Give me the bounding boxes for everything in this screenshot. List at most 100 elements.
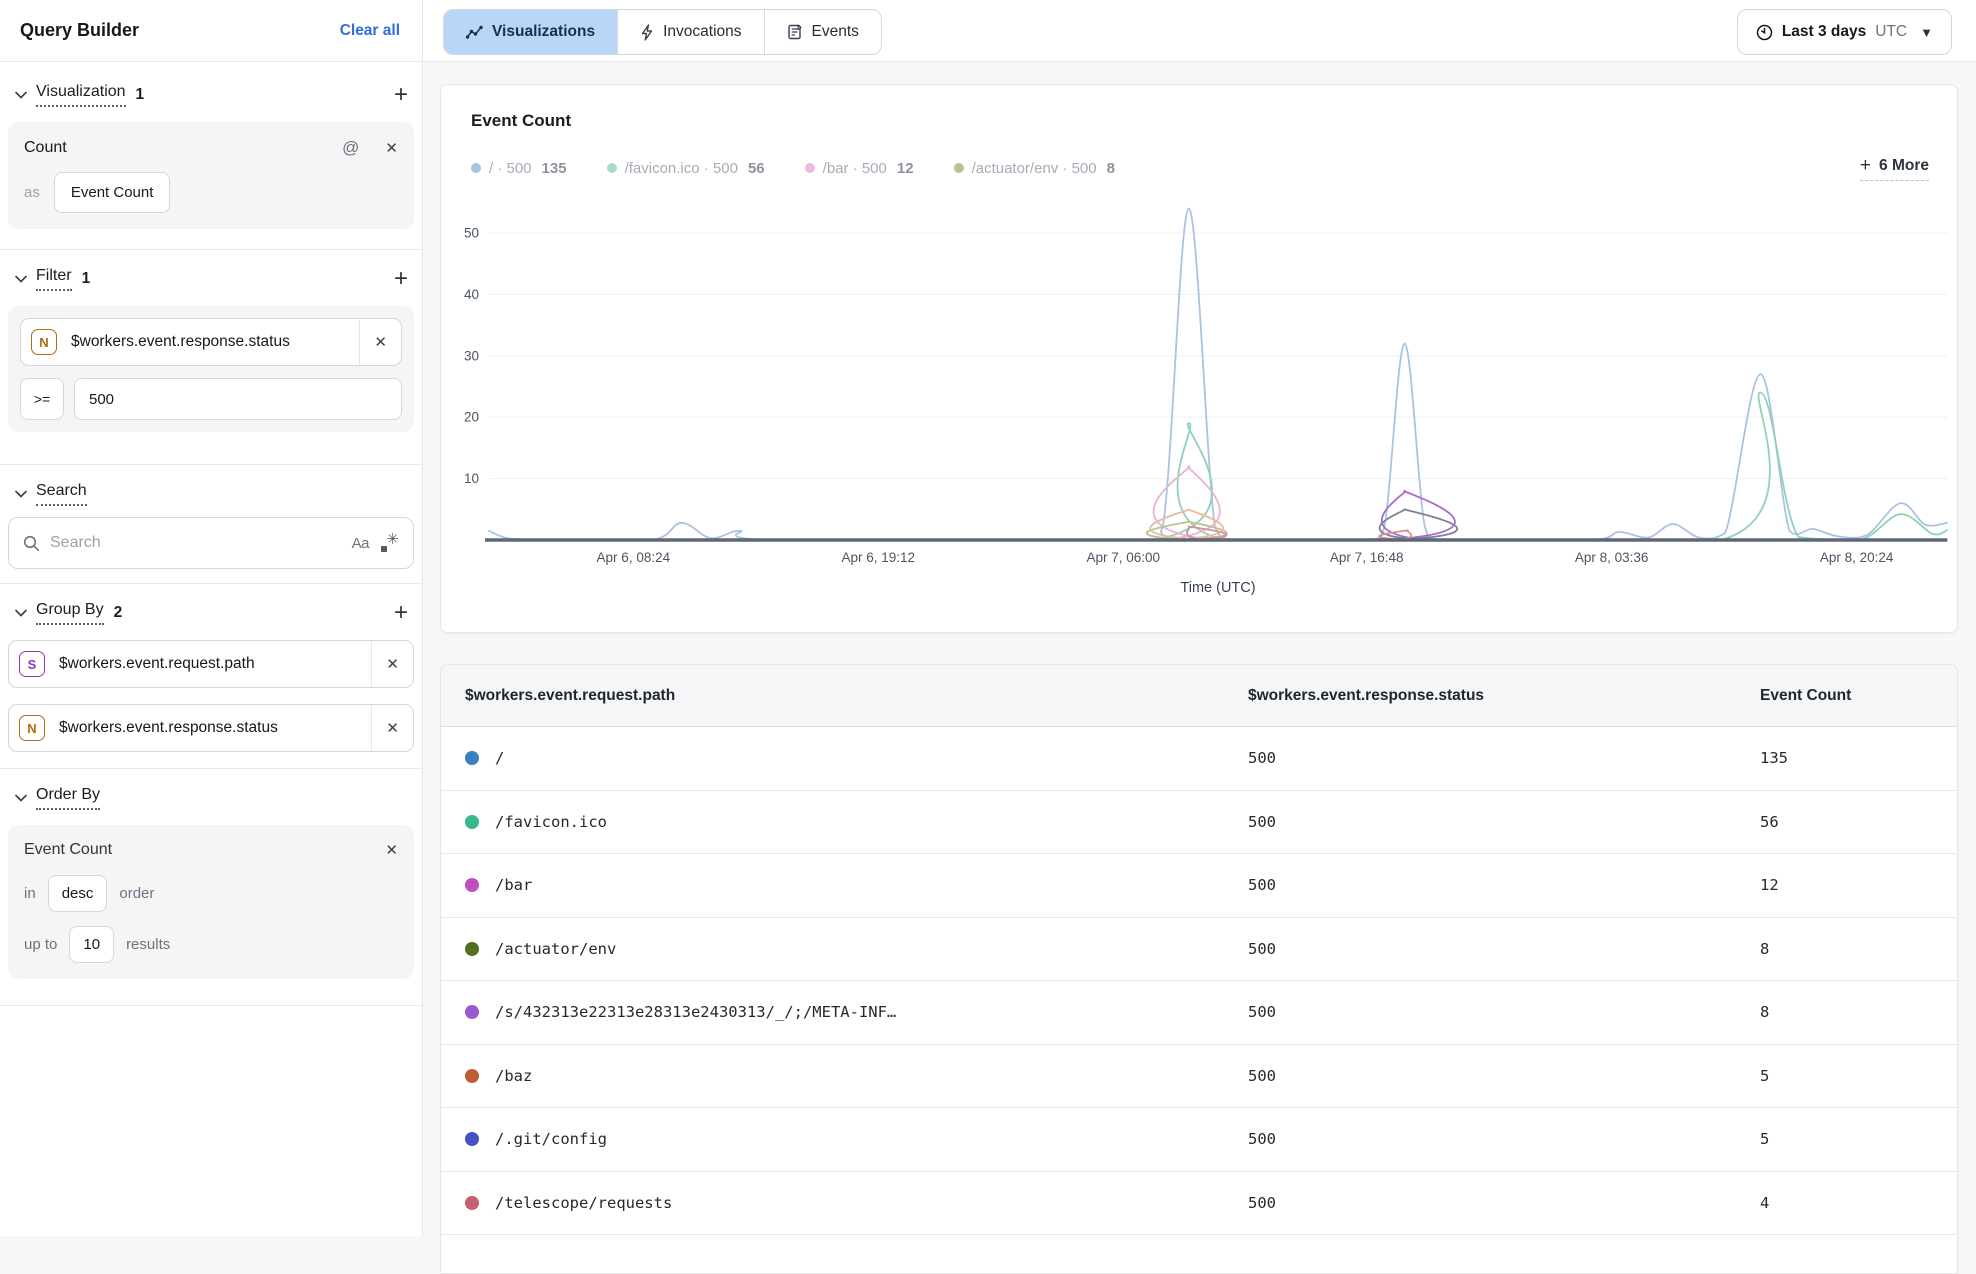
table-row[interactable]: /baz5005 bbox=[441, 1045, 1957, 1109]
event-count-value: 56 bbox=[1736, 813, 1957, 831]
add-group-by-button[interactable]: + bbox=[394, 603, 408, 623]
time-range-label: Last 3 days bbox=[1782, 23, 1866, 41]
event-count-value: 4 bbox=[1736, 1194, 1957, 1212]
remove-group-by-icon[interactable]: ✕ bbox=[371, 705, 413, 751]
chevron-down-icon[interactable] bbox=[10, 490, 32, 498]
filter-section-title: Filter bbox=[36, 267, 72, 291]
x-axis-tick-label: Apr 8, 03:36 bbox=[1575, 550, 1649, 565]
group-by-field-chip[interactable]: S$workers.event.request.path✕ bbox=[8, 640, 414, 688]
series-color-dot bbox=[465, 942, 479, 956]
chevron-down-icon[interactable] bbox=[10, 609, 32, 617]
series-line bbox=[489, 208, 1947, 540]
add-visualization-button[interactable]: + bbox=[394, 85, 408, 105]
remove-filter-icon[interactable]: ✕ bbox=[359, 319, 401, 365]
legend-item[interactable]: /bar · 50012 bbox=[805, 160, 914, 177]
series-color-dot bbox=[465, 815, 479, 829]
order-by-section-title: Order By bbox=[36, 786, 100, 810]
regex-toggle[interactable]: ✳ bbox=[379, 533, 399, 553]
results-table-card: $workers.event.request.path $workers.eve… bbox=[440, 664, 1958, 1274]
legend-items: / · 500135/favicon.ico · 500 56/bar · 500… bbox=[471, 160, 1155, 177]
match-case-toggle[interactable]: Aa bbox=[352, 535, 369, 552]
clear-all-button[interactable]: Clear all bbox=[340, 22, 400, 40]
series-color-dot bbox=[607, 163, 617, 173]
column-header-response-status: $workers.event.response.status bbox=[1224, 687, 1736, 705]
legend-item[interactable]: /favicon.ico · 500 56 bbox=[607, 160, 765, 177]
order-direction-select[interactable]: desc bbox=[48, 875, 108, 912]
remove-visualization-icon[interactable]: ✕ bbox=[385, 139, 398, 157]
filter-count: 1 bbox=[82, 270, 91, 288]
legend-item[interactable]: / · 500135 bbox=[471, 160, 567, 177]
filter-operator-select[interactable]: >= bbox=[20, 378, 64, 420]
order-by-field: Event Count bbox=[24, 841, 112, 859]
event-count-value: 12 bbox=[1736, 876, 1957, 894]
table-row[interactable]: /bar50012 bbox=[441, 854, 1957, 918]
response-status-value: 500 bbox=[1224, 1003, 1736, 1021]
chevron-down-icon[interactable] bbox=[10, 275, 32, 283]
y-axis-tick-label: 50 bbox=[464, 226, 479, 241]
more-label: 6 More bbox=[1879, 157, 1929, 175]
search-input[interactable] bbox=[50, 534, 342, 552]
response-status-value: 500 bbox=[1224, 940, 1736, 958]
legend-count: 8 bbox=[1107, 160, 1115, 177]
x-axis-tick-label: Apr 6, 08:24 bbox=[597, 550, 671, 565]
filter-field-name: $workers.event.response.status bbox=[71, 333, 359, 351]
legend-label: / · 500 bbox=[489, 160, 532, 177]
table-row[interactable]: /telescope/requests5004 bbox=[441, 1172, 1957, 1236]
table-body: /500135/favicon.ico50056/bar50012/actuat… bbox=[441, 727, 1957, 1235]
legend-more-button[interactable]: + 6 More bbox=[1860, 155, 1929, 181]
request-path-value: /s/432313e22313e28313e2430313/_/;/META-I… bbox=[495, 1003, 896, 1021]
group-by-field-chip[interactable]: N $workers.event.response.status✕ bbox=[8, 704, 414, 752]
group-by-section-title: Group By bbox=[36, 601, 104, 625]
chevron-down-icon[interactable] bbox=[10, 794, 32, 802]
response-status-value: 500 bbox=[1224, 1130, 1736, 1148]
tab-visualizations[interactable]: Visualizations bbox=[444, 10, 617, 54]
visualization-section-title: Visualization bbox=[36, 83, 126, 107]
filter-field-chip[interactable]: N $workers.event.response.status ✕ bbox=[20, 318, 402, 366]
y-axis-tick-label: 30 bbox=[464, 348, 479, 363]
chevron-down-icon[interactable] bbox=[10, 91, 32, 99]
group-by-field-name: $workers.event.response.status bbox=[59, 719, 371, 737]
result-limit-input[interactable]: 10 bbox=[69, 926, 114, 963]
time-range-selector[interactable]: Last 3 days UTC ▼ bbox=[1737, 9, 1952, 55]
x-axis-title: Time (UTC) bbox=[1180, 580, 1255, 596]
section-divider bbox=[0, 583, 422, 584]
remove-order-by-icon[interactable]: ✕ bbox=[385, 841, 398, 859]
table-row[interactable]: /favicon.ico50056 bbox=[441, 791, 1957, 855]
table-row[interactable]: /s/432313e22313e28313e2430313/_/;/META-I… bbox=[441, 981, 1957, 1045]
filter-value-input[interactable] bbox=[74, 378, 402, 420]
legend-label: /favicon.ico · 500 bbox=[625, 160, 738, 177]
legend-item[interactable]: /actuator/env · 5008 bbox=[954, 160, 1115, 177]
y-axis-tick-label: 40 bbox=[464, 287, 479, 302]
remove-group-by-icon[interactable]: ✕ bbox=[371, 641, 413, 687]
event-count-line-chart: 1020304050Apr 6, 08:24Apr 6, 19:12Apr 7,… bbox=[441, 187, 1957, 627]
table-row[interactable]: /actuator/env5008 bbox=[441, 918, 1957, 982]
search-section-header: Search bbox=[10, 477, 408, 511]
section-divider bbox=[0, 1005, 422, 1006]
tab-events[interactable]: Events bbox=[764, 10, 881, 54]
response-status-value: 500 bbox=[1224, 749, 1736, 767]
tab-invocations[interactable]: Invocations bbox=[617, 10, 763, 54]
series-color-dot bbox=[465, 1132, 479, 1146]
response-status-value: 500 bbox=[1224, 813, 1736, 831]
legend-count: 56 bbox=[748, 160, 765, 177]
clock-icon bbox=[1756, 24, 1773, 41]
at-sign-icon[interactable]: @ bbox=[342, 138, 359, 158]
legend-label: /bar · 500 bbox=[823, 160, 887, 177]
section-divider bbox=[0, 249, 422, 250]
section-divider bbox=[0, 768, 422, 769]
visualization-alias-field[interactable]: Event Count bbox=[54, 172, 171, 213]
order-by-section-header: Order By bbox=[10, 781, 408, 815]
x-axis-tick-label: Apr 8, 20:24 bbox=[1820, 550, 1894, 565]
plus-icon: + bbox=[1860, 155, 1871, 177]
search-icon bbox=[23, 535, 40, 552]
as-label: as bbox=[24, 184, 40, 201]
search-section-title: Search bbox=[36, 482, 87, 506]
y-axis-tick-label: 20 bbox=[464, 410, 479, 425]
time-zone-label: UTC bbox=[1875, 23, 1907, 41]
table-row[interactable]: /500135 bbox=[441, 727, 1957, 791]
response-status-value: 500 bbox=[1224, 1194, 1736, 1212]
table-row[interactable]: /.git/config5005 bbox=[441, 1108, 1957, 1172]
number-type-icon: N bbox=[19, 715, 45, 741]
add-filter-button[interactable]: + bbox=[394, 269, 408, 289]
group-by-field-name: $workers.event.request.path bbox=[59, 655, 371, 673]
